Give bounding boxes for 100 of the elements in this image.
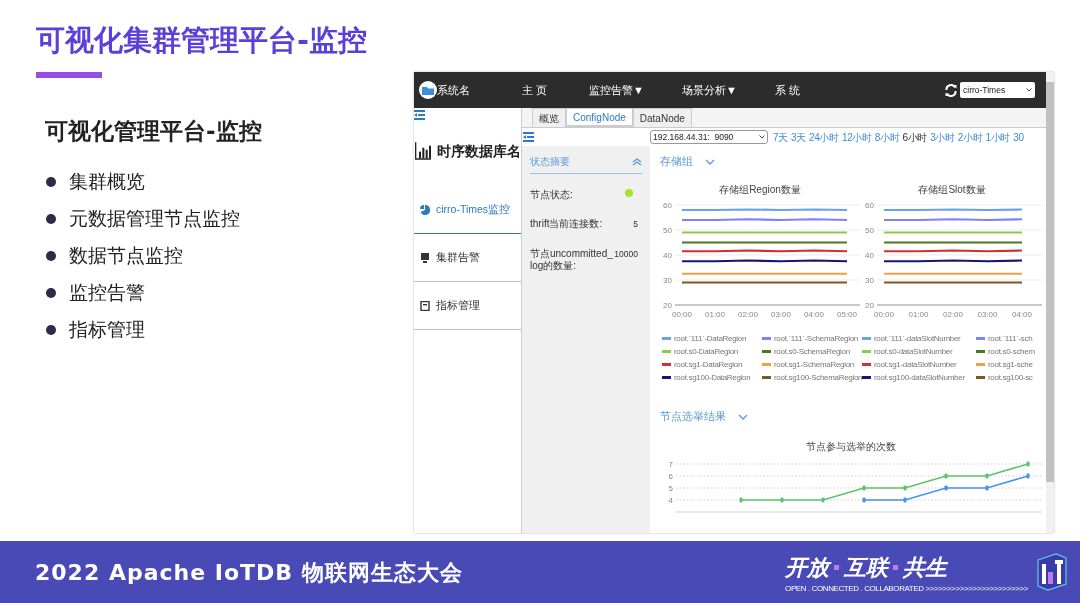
legend-label: root.sg1-DataRegion (674, 359, 743, 370)
bullet-text: 数据节点监控 (69, 243, 183, 268)
status-label: 节点uncommitted_log的数量: (530, 247, 614, 272)
nav-item[interactable]: 监控告警▼ (589, 81, 644, 99)
sidebar-item[interactable]: cirro-Times监控 (414, 186, 521, 234)
legend-label: root.sg1-sche (988, 359, 1033, 370)
tagline: OPEN . CONNECTED . COLLABORATED >>>>>>>>>>>>>>>>>>>>>>>> (785, 583, 1028, 594)
caret-icon (759, 135, 765, 139)
tab[interactable]: ConfigNode (566, 108, 633, 127)
chart-title: 存储组Region数量 (718, 182, 802, 197)
document-icon (420, 300, 430, 311)
y-tick-label: 50 (663, 225, 672, 235)
refresh-icon[interactable] (945, 83, 957, 97)
y-tick-label: 6 (668, 471, 673, 481)
legend-label: root.s0-schem (988, 346, 1035, 357)
x-tick-label: 03:00 (977, 309, 998, 319)
time-range-link[interactable]: 3小时 (930, 129, 955, 145)
x-tick-label: 00:00 (874, 309, 894, 319)
time-range-link[interactable]: 30 (1013, 129, 1024, 145)
time-range-link[interactable]: 12小时 (841, 129, 872, 145)
time-range-link[interactable]: 6小时 (902, 129, 928, 145)
slogan-word: 开放 (785, 553, 830, 582)
y-tick-label: 60 (865, 200, 874, 210)
database-select[interactable]: cirro-Times (960, 82, 1035, 98)
x-tick-label: 01:00 (908, 309, 929, 319)
title-underline (36, 72, 102, 78)
bullet-text: 指标管理 (69, 317, 145, 342)
collapse-chevron-icon[interactable] (632, 157, 642, 166)
y-tick-label: 7 (668, 459, 673, 469)
chart-title: 节点参与选举的次数 (805, 439, 897, 454)
collapse-icon[interactable] (523, 132, 534, 142)
y-tick-label: 4 (668, 495, 673, 505)
y-tick-label: 40 (865, 250, 874, 260)
y-tick-label: 50 (865, 225, 874, 235)
sidebar-item[interactable]: 指标管理 (414, 282, 521, 330)
pie-chart-icon (420, 204, 430, 215)
status-label: 节点状态: (530, 189, 574, 201)
nav-item[interactable]: 场景分析▼ (681, 81, 737, 99)
event-title: 2022 Apache IoTDB 物联网生态大会 (35, 558, 463, 587)
time-range-link[interactable]: 1小时 (985, 129, 1011, 145)
x-tick-label: 00:00 (672, 309, 692, 319)
brand-name: 系统名 (437, 82, 470, 98)
tab[interactable]: 概览 (532, 108, 566, 127)
slide-heading: 可视化管理平台-监控 (45, 117, 263, 146)
y-tick-label: 30 (865, 275, 874, 285)
caret-icon (1026, 88, 1032, 92)
y-tick-label: 20 (663, 300, 672, 310)
x-tick-label: 03:00 (771, 309, 791, 319)
legend-label: root.sg100-dataSlotNumber (874, 372, 965, 383)
legend-label: root.`111`-SchemaRegion (774, 333, 858, 344)
y-tick-label: 60 (663, 200, 672, 210)
expand-chevron-icon[interactable] (705, 157, 715, 166)
panel-title: 状态摘要 (530, 155, 570, 169)
expand-chevron-icon[interactable] (738, 412, 748, 421)
section-title: 节点选举结果 (660, 408, 726, 424)
legend-label: root.sg100-sc (988, 372, 1033, 383)
status-label: thrift当前连接数: (530, 218, 604, 230)
legend-label: root.`111`-dataSlotNumber (874, 333, 961, 344)
collapse-icon[interactable] (414, 110, 425, 120)
legend-label: root.`111`-sch (988, 333, 1033, 344)
bullet-text: 监控告警 (69, 280, 145, 305)
select-value: cirro-Times (963, 83, 1006, 97)
x-tick-label: 02:00 (738, 309, 758, 319)
slide-title: 可视化集群管理平台-监控 (36, 22, 369, 58)
x-tick-label: 04:00 (804, 309, 824, 319)
time-range-link[interactable]: 7天 (773, 129, 788, 145)
cube-logo-icon (1036, 552, 1068, 592)
x-tick-label: 01:00 (705, 309, 725, 319)
time-range-link[interactable]: 24小时 (808, 129, 839, 145)
legend-label: root.s0-DataRegion (674, 346, 738, 357)
database-name: 时序数据库名 (437, 141, 521, 161)
time-range-link[interactable]: 3天 (790, 129, 806, 145)
nav-item[interactable]: 系 统 (774, 81, 800, 99)
select-value: 192.168.44.31: 9090 (653, 130, 734, 144)
y-tick-label: 5 (668, 483, 673, 493)
section-title: 存储组 (660, 154, 693, 169)
folder-logo-icon (419, 81, 437, 99)
time-range-link[interactable]: 8小时 (874, 129, 900, 145)
monitor-icon (420, 252, 430, 263)
x-tick-label: 05:00 (837, 309, 857, 319)
chart-title: 存储组Slot数量 (917, 182, 987, 197)
legend-label: root.sg100-SchemaRegion (774, 372, 863, 383)
tab[interactable]: DataNode (632, 108, 692, 127)
legend-label: root.sg100-DataRegion (674, 372, 751, 383)
y-tick-label: 40 (663, 250, 672, 260)
slogan-word: 共生 (903, 553, 948, 582)
node-select[interactable]: 192.168.44.31: 9090 (650, 130, 768, 144)
bullet-text: 集群概览 (69, 169, 145, 194)
x-tick-label: 04:00 (1012, 309, 1032, 319)
nav-item[interactable]: 主 页 (522, 81, 548, 99)
y-tick-label: 30 (663, 275, 672, 285)
status-value: 5 (633, 218, 638, 231)
legend-label: root.`111`-DataRegion (674, 333, 747, 344)
time-range-link[interactable]: 2小时 (957, 129, 983, 145)
legend-label: root.s0-dataSlotNumber (874, 346, 953, 357)
y-tick-label: 20 (865, 300, 874, 310)
status-value: 10000 (614, 247, 638, 261)
bullet-text: 元数据管理节点监控 (69, 206, 240, 231)
sidebar-item[interactable]: 集群告警 (414, 234, 521, 282)
legend-label: root.sg1-dataSlotNumber (874, 359, 957, 370)
